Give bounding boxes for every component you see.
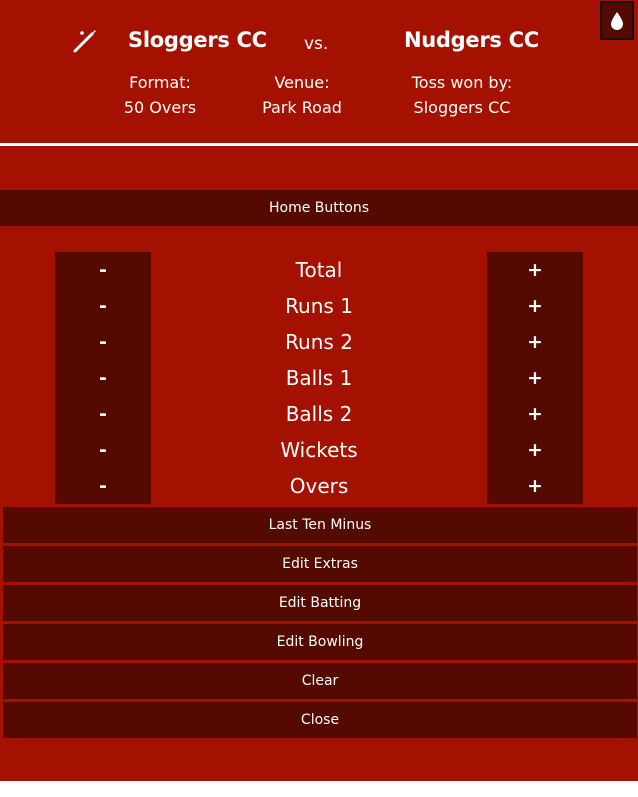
edit-extras-button[interactable]: Edit Extras xyxy=(3,546,637,582)
scoreboard-panel: Sloggers CC vs. Nudgers CC Format: 50 Ov… xyxy=(0,0,638,781)
last-ten-minus-button[interactable]: Last Ten Minus xyxy=(3,507,637,543)
format-value: 50 Overs xyxy=(123,98,197,117)
runs-2-label: Runs 2 xyxy=(285,330,353,354)
runs-2-minus-button[interactable]: - xyxy=(55,324,151,360)
runs-2-plus-button[interactable]: + xyxy=(487,324,583,360)
total-plus-button[interactable]: + xyxy=(487,252,583,288)
edit-batting-button[interactable]: Edit Batting xyxy=(3,585,637,621)
edit-bowling-button[interactable]: Edit Bowling xyxy=(3,624,637,660)
toss-info: Toss won by: Sloggers CC xyxy=(392,70,532,120)
runs-1-label: Runs 1 xyxy=(285,294,353,318)
minus-column: - - - - - - - xyxy=(55,252,151,504)
overs-minus-button[interactable]: - xyxy=(55,468,151,504)
wickets-plus-button[interactable]: + xyxy=(487,432,583,468)
close-button[interactable]: Close xyxy=(3,702,637,738)
toss-value: Sloggers CC xyxy=(413,98,511,117)
balls-1-plus-button[interactable]: + xyxy=(487,360,583,396)
header-divider xyxy=(0,143,638,146)
cricket-bat-icon xyxy=(73,30,96,53)
balls-1-minus-button[interactable]: - xyxy=(55,360,151,396)
format-info: Format: 50 Overs xyxy=(110,70,210,120)
balls-2-minus-button[interactable]: - xyxy=(55,396,151,432)
wickets-label: Wickets xyxy=(280,438,358,462)
theme-toggle-button[interactable] xyxy=(600,1,634,40)
versus-label: vs. xyxy=(304,34,329,54)
format-label: Format: xyxy=(129,73,191,92)
clear-button[interactable]: Clear xyxy=(3,663,637,699)
home-buttons-toggle[interactable]: Home Buttons xyxy=(0,190,638,226)
total-minus-button[interactable]: - xyxy=(55,252,151,288)
runs-1-minus-button[interactable]: - xyxy=(55,288,151,324)
balls-2-plus-button[interactable]: + xyxy=(487,396,583,432)
away-team-name: Nudgers CC xyxy=(404,28,539,52)
overs-label: Overs xyxy=(289,474,349,498)
overs-plus-button[interactable]: + xyxy=(487,468,583,504)
plus-column: + + + + + + + xyxy=(487,252,583,504)
wickets-minus-button[interactable]: - xyxy=(55,432,151,468)
toss-label: Toss won by: xyxy=(411,73,513,92)
venue-info: Venue: Park Road xyxy=(252,70,352,120)
runs-1-plus-button[interactable]: + xyxy=(487,288,583,324)
home-team-name: Sloggers CC xyxy=(128,28,267,52)
balls-2-label: Balls 2 xyxy=(285,402,353,426)
venue-value: Park Road xyxy=(262,98,342,117)
droplet-icon xyxy=(611,11,623,30)
balls-1-label: Balls 1 xyxy=(285,366,353,390)
total-label: Total xyxy=(295,258,343,282)
venue-label: Venue: xyxy=(274,73,330,92)
